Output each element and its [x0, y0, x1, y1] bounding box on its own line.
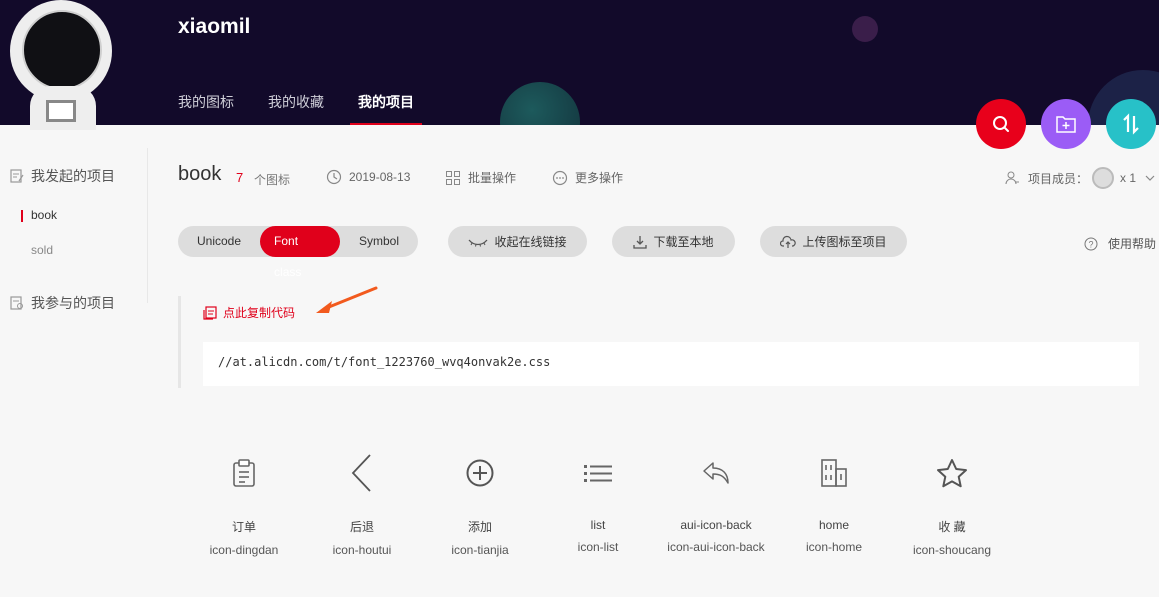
icon-card[interactable]: aui-icon-back icon-aui-icon-back	[657, 448, 775, 557]
list-icon	[584, 465, 612, 482]
sidebar-item-book[interactable]: book	[20, 208, 57, 222]
icon-label: 添加	[467, 520, 492, 534]
icon-card[interactable]: 收 藏 icon-shoucang	[893, 448, 1011, 557]
upload-button[interactable]: 上传图标至项目	[760, 226, 907, 257]
icon-class-name: icon-list	[577, 540, 619, 554]
icon-class-name: icon-home	[805, 540, 863, 554]
sort-arrows-icon	[1123, 113, 1139, 135]
project-date: 2019-08-13	[326, 169, 410, 185]
eye-closed-icon	[468, 239, 488, 247]
tab-unicode[interactable]: Unicode	[178, 226, 260, 257]
folder-add-icon	[1056, 116, 1076, 133]
icon-card[interactable]: home icon-home	[775, 448, 893, 557]
copy-code-button[interactable]: 点此复制代码	[203, 304, 295, 321]
cloud-upload-icon	[780, 235, 797, 248]
code-format-tabs: Unicode Font class Symbol	[178, 226, 418, 279]
clipboard-icon	[233, 459, 255, 487]
icon-class-name: icon-tianjia	[451, 543, 509, 557]
more-operations-button[interactable]: 更多操作	[552, 169, 623, 186]
sidebar-group-joined[interactable]: 我参与的项目	[9, 293, 115, 313]
icon-count: 7	[236, 170, 244, 185]
icon-grid: 订单 icon-dingdan 后退 icon-houtui 添加 icon-t…	[185, 448, 1011, 557]
star-icon	[937, 459, 967, 488]
css-link-code[interactable]: //at.alicdn.com/t/font_1223760_wvq4onvak…	[203, 342, 1139, 386]
icon-label: aui-icon-back	[680, 518, 752, 532]
icon-label: list	[590, 518, 606, 532]
icon-class-name: icon-houtui	[332, 543, 392, 557]
batch-grid-icon	[446, 170, 460, 185]
download-icon	[633, 235, 648, 249]
icon-class-name: icon-aui-icon-back	[667, 540, 765, 554]
main-nav: 我的图标 我的收藏 我的项目	[178, 92, 448, 125]
icon-card[interactable]: 后退 icon-houtui	[303, 448, 421, 557]
nav-my-projects[interactable]: 我的项目	[350, 92, 422, 125]
member-avatar	[1092, 167, 1115, 189]
help-circle-icon: ?	[1084, 237, 1098, 250]
edit-doc-icon	[10, 169, 24, 183]
chevron-down-icon	[1145, 175, 1155, 181]
help-link[interactable]: ? 使用帮助	[1084, 235, 1156, 252]
search-icon	[993, 116, 1009, 132]
icon-label: 后退	[349, 520, 374, 534]
decorative-planet	[500, 82, 580, 125]
download-button[interactable]: 下载至本地	[612, 226, 735, 257]
members-icon	[1005, 171, 1019, 185]
add-circle-icon	[466, 459, 494, 487]
project-members[interactable]: 项目成员： x 1	[1004, 167, 1156, 189]
back-chevron-icon	[351, 454, 371, 492]
search-button[interactable]	[976, 99, 1026, 149]
decorative-planet	[852, 16, 878, 42]
icon-card[interactable]: 添加 icon-tianjia	[421, 448, 539, 557]
more-dots-icon	[552, 170, 568, 185]
icon-label: 订单	[231, 520, 256, 534]
project-title: book	[178, 163, 222, 185]
copy-icon	[203, 305, 217, 320]
reply-arrow-icon	[703, 462, 729, 484]
avatar[interactable]	[8, 0, 114, 130]
nav-my-icons[interactable]: 我的图标	[178, 92, 234, 125]
tab-symbol[interactable]: Symbol	[340, 226, 418, 257]
sort-button[interactable]	[1106, 99, 1156, 149]
icon-class-name: icon-dingdan	[209, 543, 279, 557]
sidebar-group-started[interactable]: 我发起的项目	[9, 166, 115, 186]
icon-label: 收 藏	[938, 520, 966, 534]
joined-doc-icon	[10, 296, 23, 310]
icon-card[interactable]: 订单 icon-dingdan	[185, 448, 303, 557]
clock-icon	[326, 169, 342, 185]
icon-label: home	[818, 518, 850, 532]
sidebar-group-label: 我发起的项目	[31, 168, 115, 184]
icon-card[interactable]: list icon-list	[539, 448, 657, 557]
batch-operation-button[interactable]: 批量操作	[445, 169, 516, 186]
icon-class-name: icon-shoucang	[912, 543, 992, 557]
icon-count-unit: 个图标	[254, 173, 291, 187]
annotation-arrow-icon	[316, 286, 378, 313]
nav-my-favorites[interactable]: 我的收藏	[268, 92, 324, 125]
username: xiaomil	[178, 15, 251, 38]
new-project-button[interactable]	[1041, 99, 1091, 149]
sidebar-item-sold[interactable]: sold	[31, 243, 53, 257]
collapse-link-button[interactable]: 收起在线链接	[448, 226, 587, 257]
sidebar-group-label: 我参与的项目	[31, 295, 115, 311]
project-sidebar: 我发起的项目 book sold 我参与的项目	[0, 148, 148, 311]
building-icon	[821, 459, 847, 487]
svg-text:?: ?	[1088, 239, 1093, 249]
tab-font-class[interactable]: Font class	[260, 226, 340, 279]
